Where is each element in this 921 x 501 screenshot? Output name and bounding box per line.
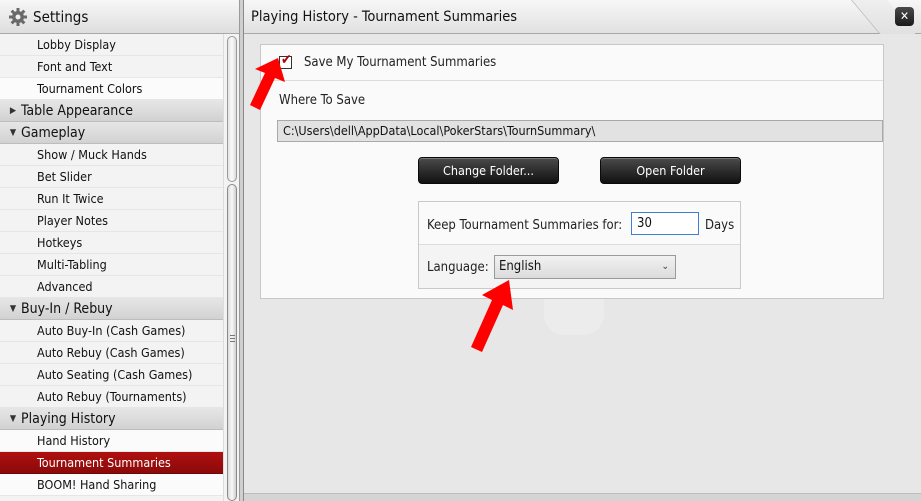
save-summaries-checkbox[interactable]: ✔ — [279, 52, 292, 69]
summary-options-box: Keep Tournament Summaries for: 30 Days L… — [418, 201, 741, 289]
scrollbar-track-upper[interactable] — [227, 36, 237, 182]
settings-sidebar: Settings Lobby Display Font and Text Tourn… — [0, 0, 240, 501]
sidebar-item-auto-buy-in[interactable]: Auto Buy-In (Cash Games) — [0, 320, 223, 342]
background-watermark — [544, 295, 604, 335]
open-folder-button[interactable]: Open Folder — [600, 157, 741, 184]
close-button[interactable]: ✕ — [895, 7, 914, 26]
sidebar-category-label: Gameplay — [21, 124, 86, 141]
page-title: Playing History - Tournament Summaries — [251, 8, 518, 25]
main-bottom-bar — [244, 493, 921, 501]
sidebar-item-show-muck-hands[interactable]: Show / Muck Hands — [0, 144, 223, 166]
sidebar-category-table-appearance[interactable]: ▶ Table Appearance — [0, 100, 223, 122]
checkmark-icon: ✔ — [281, 52, 292, 68]
close-icon: ✕ — [899, 9, 910, 23]
save-summaries-row: ✔ Save My Tournament Summaries — [261, 45, 883, 81]
days-unit-label: Days — [705, 218, 735, 233]
gear-icon — [8, 7, 28, 27]
save-path-field: C:\Users\dell\AppData\Local\PokerStars\T… — [277, 120, 883, 142]
triangle-down-icon: ▼ — [9, 413, 17, 424]
sidebar-item-auto-rebuy-tournaments[interactable]: Auto Rebuy (Tournaments) — [0, 386, 223, 408]
language-row: Language: English ⌄ — [419, 246, 740, 288]
keep-days-input[interactable]: 30 — [631, 212, 699, 235]
keep-summaries-label: Keep Tournament Summaries for: — [427, 218, 623, 233]
sidebar-title: Settings — [33, 7, 89, 26]
keep-summaries-row: Keep Tournament Summaries for: 30 Days — [419, 202, 740, 245]
triangle-down-icon: ▼ — [9, 127, 17, 138]
sidebar-item-player-notes[interactable]: Player Notes — [0, 210, 223, 232]
sidebar-item-hand-history[interactable]: Hand History — [0, 430, 223, 452]
change-folder-button[interactable]: Change Folder... — [418, 157, 559, 184]
sidebar-category-playing-history[interactable]: ▼ Playing History — [0, 408, 223, 430]
where-to-save-label: Where To Save — [279, 93, 366, 108]
language-selected-value: English — [499, 259, 542, 274]
sidebar-item-hotkeys[interactable]: Hotkeys — [0, 232, 223, 254]
language-select[interactable]: English ⌄ — [494, 255, 676, 279]
sidebar-category-label: Table Appearance — [21, 102, 133, 119]
scrollbar-grip-icon — [230, 335, 235, 342]
sidebar-item-tournament-summaries[interactable]: Tournament Summaries — [0, 452, 223, 474]
sidebar-category-label: Buy-In / Rebuy — [21, 300, 113, 317]
sidebar-item-tournament-colors[interactable]: Tournament Colors — [0, 78, 223, 100]
main-panel: Playing History - Tournament Summaries ✕… — [243, 0, 921, 501]
sidebar-list: Lobby Display Font and Text Tournament Col… — [0, 34, 223, 496]
chevron-down-icon: ⌄ — [661, 261, 669, 272]
sidebar-item-boom-hand-sharing[interactable]: BOOM! Hand Sharing — [0, 474, 223, 496]
sidebar-category-buy-in-rebuy[interactable]: ▼ Buy-In / Rebuy — [0, 298, 223, 320]
sidebar-item-lobby-display[interactable]: Lobby Display — [0, 34, 223, 56]
sidebar-category-label: Playing History — [21, 410, 116, 427]
main-header: Playing History - Tournament Summaries ✕ — [244, 0, 921, 34]
sidebar-item-multi-tabling[interactable]: Multi-Tabling — [0, 254, 223, 276]
triangle-right-icon: ▶ — [9, 105, 17, 116]
sidebar-item-auto-rebuy-cash[interactable]: Auto Rebuy (Cash Games) — [0, 342, 223, 364]
sidebar-item-advanced[interactable]: Advanced — [0, 276, 223, 298]
save-summaries-label[interactable]: Save My Tournament Summaries — [304, 55, 496, 70]
sidebar-item-bet-slider[interactable]: Bet Slider — [0, 166, 223, 188]
scrollbar-thumb[interactable] — [227, 184, 237, 501]
language-label: Language: — [427, 260, 489, 275]
sidebar-category-gameplay[interactable]: ▼ Gameplay — [0, 122, 223, 144]
sidebar-scrollbar[interactable] — [223, 34, 239, 501]
tournament-summaries-panel: ✔ Save My Tournament Summaries Where To … — [260, 44, 884, 299]
sidebar-item-run-it-twice[interactable]: Run It Twice — [0, 188, 223, 210]
sidebar-header: Settings — [0, 0, 239, 34]
triangle-down-icon: ▼ — [9, 303, 17, 314]
sidebar-item-auto-seating[interactable]: Auto Seating (Cash Games) — [0, 364, 223, 386]
sidebar-item-font-and-text[interactable]: Font and Text — [0, 56, 223, 78]
